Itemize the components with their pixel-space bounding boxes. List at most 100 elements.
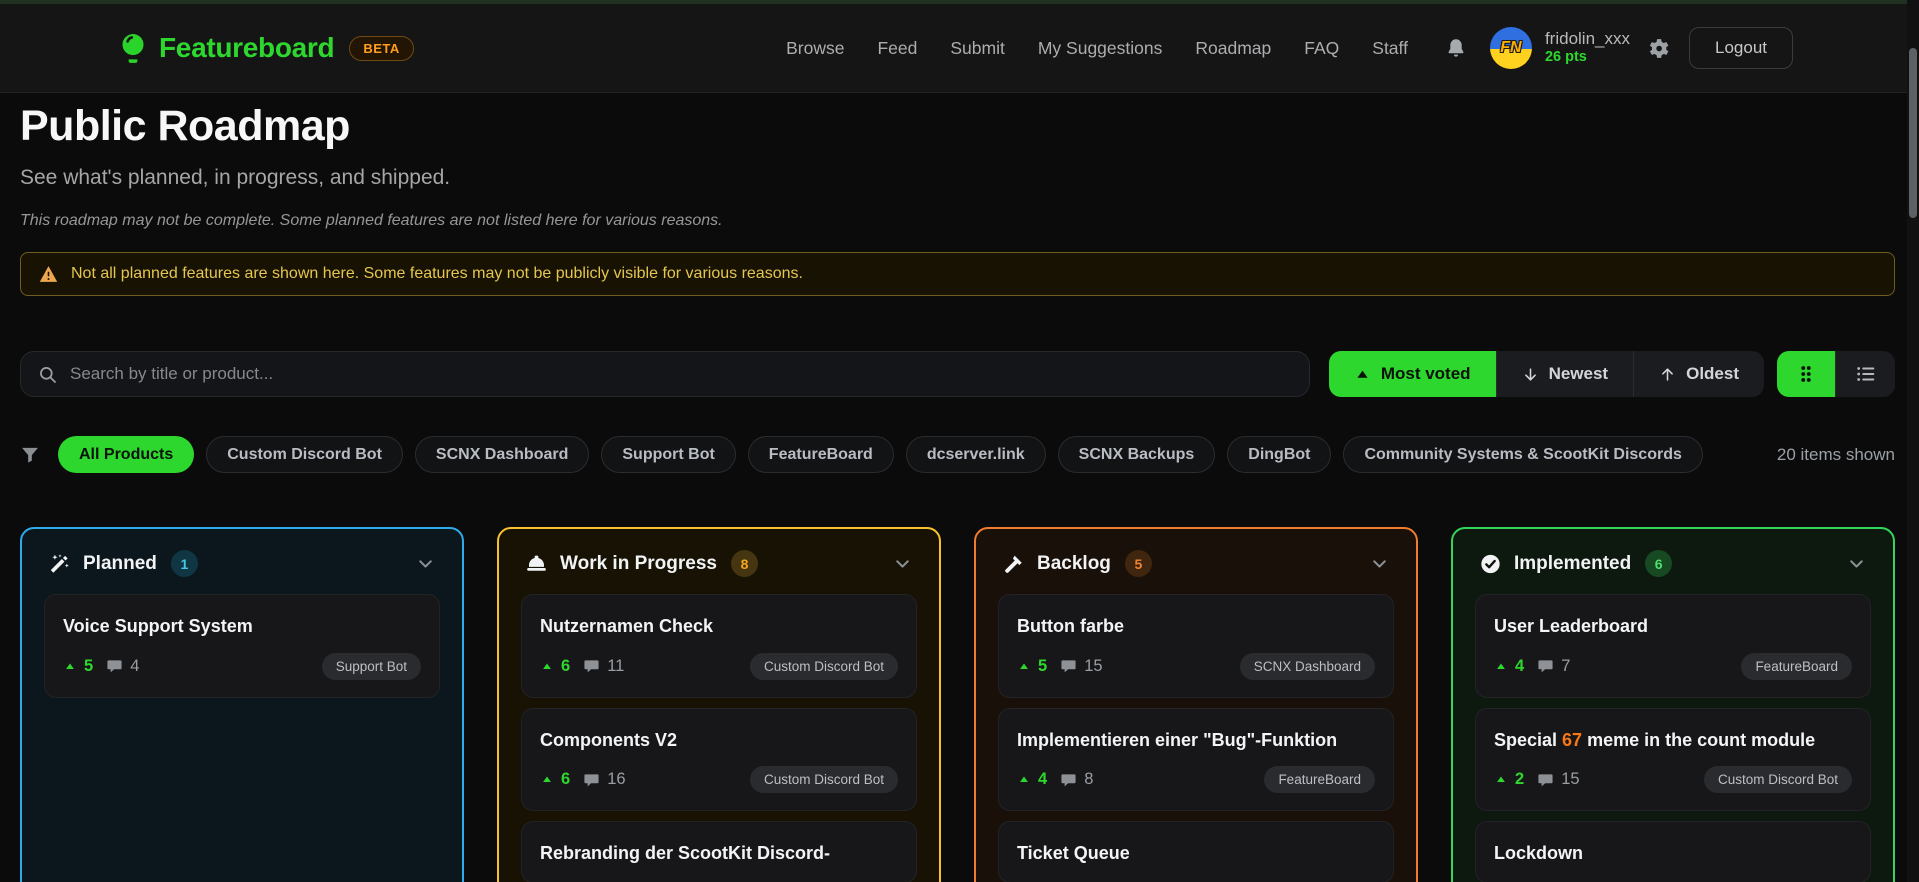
speech-bubble-icon <box>1060 772 1077 788</box>
card-meta: 6 11 Custom Discord Bot <box>540 652 898 680</box>
card-meta: 4 7 FeatureBoard <box>1494 652 1852 680</box>
list-icon <box>1855 363 1877 385</box>
product-filter-dingbot[interactable]: DingBot <box>1227 436 1332 473</box>
nav-link-roadmap[interactable]: Roadmap <box>1195 38 1271 59</box>
warning-banner: Not all planned features are shown here.… <box>20 252 1895 296</box>
comment-count: 4 <box>130 656 140 675</box>
navbar: Featureboard BETA Browse Feed Submit My Sug… <box>0 0 1919 93</box>
card-meta: 2 15 Custom Discord Bot <box>1494 766 1852 793</box>
column-count-badge: 6 <box>1645 550 1673 577</box>
caret-up-icon[interactable] <box>63 660 77 673</box>
sort-label: Oldest <box>1686 364 1739 383</box>
nav-link-feed[interactable]: Feed <box>877 38 917 59</box>
caret-up-icon <box>1354 366 1371 383</box>
chevron-down-icon[interactable] <box>892 553 913 574</box>
suggestion-card[interactable]: Components V2 6 16 Custom Discord Bot <box>521 707 917 811</box>
column-title: Implemented <box>1514 552 1632 574</box>
card-meta: 5 15 SCNX Dashboard <box>1017 652 1375 680</box>
suggestion-card[interactable]: Lockdown <box>1475 821 1871 882</box>
chevron-down-icon[interactable] <box>1369 553 1390 574</box>
vote-count: 4 <box>1038 770 1048 788</box>
suggestion-card[interactable]: User Leaderboard 4 7 FeatureBoard <box>1475 594 1871 698</box>
bell-icon[interactable] <box>1445 36 1467 60</box>
page-scrollbar[interactable] <box>1907 0 1919 882</box>
grid-view-button[interactable] <box>1777 351 1836 397</box>
caret-up-icon[interactable] <box>540 773 554 786</box>
nav-link-browse[interactable]: Browse <box>786 38 844 59</box>
product-tag: Custom Discord Bot <box>749 652 898 680</box>
comment-count: 16 <box>607 770 626 788</box>
card-title: Rebranding der ScootKit Discord- <box>540 843 831 863</box>
search-input[interactable] <box>70 364 1292 384</box>
gear-icon[interactable] <box>1646 36 1671 61</box>
warning-text: Not all planned features are shown here.… <box>71 265 803 282</box>
page-subtitle: See what's planned, in progress, and shi… <box>20 166 451 189</box>
nav-link-faq[interactable]: FAQ <box>1304 38 1339 59</box>
comment-count: 11 <box>607 656 625 675</box>
column-header: Work in Progress 8 <box>521 546 917 577</box>
suggestion-card[interactable]: Ticket Queue <box>998 821 1394 882</box>
caret-up-icon[interactable] <box>1494 660 1508 673</box>
nav-link-my-suggestions[interactable]: My Suggestions <box>1038 38 1163 59</box>
comment-count: 15 <box>1561 770 1580 788</box>
list-view-button[interactable] <box>1836 351 1895 397</box>
user-menu[interactable]: FN fridolin_xxx 26 pts <box>1489 27 1630 69</box>
comment-count: 7 <box>1561 656 1571 675</box>
card-title: Button farbe <box>1017 616 1124 636</box>
product-pills: All Products Custom Discord Bot SCNX Dashb… <box>58 436 1703 473</box>
caret-up-icon[interactable] <box>540 660 554 673</box>
sort-label: Newest <box>1548 364 1609 383</box>
search-icon <box>38 365 57 384</box>
vote-count: 5 <box>1038 656 1048 675</box>
sort-oldest-button[interactable]: Oldest <box>1634 351 1764 397</box>
magic-wand-icon <box>48 553 71 575</box>
suggestion-card[interactable]: Special 67 meme in the count module 2 15 Cu… <box>1475 707 1871 811</box>
suggestion-card[interactable]: Button farbe 5 15 SCNX Dashboard <box>998 594 1394 698</box>
suggestion-card[interactable]: Voice Support System 5 4 Support Bot <box>44 594 440 698</box>
caret-up-icon[interactable] <box>1017 660 1031 673</box>
product-filter-scnx-dashboard[interactable]: SCNX Dashboard <box>414 436 590 473</box>
filter-row: All Products Custom Discord Bot SCNX Dashb… <box>20 436 1895 473</box>
product-filter-support-bot[interactable]: Support Bot <box>601 436 736 473</box>
suggestion-card[interactable]: Rebranding der ScootKit Discord- <box>521 821 917 882</box>
column-count-badge: 1 <box>170 550 198 577</box>
product-tag: FeatureBoard <box>1741 652 1852 680</box>
suggestion-card[interactable]: Implementieren einer "Bug"-Funktion 4 8 Fea… <box>998 707 1394 811</box>
column-header: Planned 1 <box>44 546 440 577</box>
chevron-down-icon[interactable] <box>415 553 436 574</box>
column-planned: Planned 1 Voice Support System 5 4 Support Bo… <box>20 527 464 882</box>
speech-bubble-icon <box>583 658 600 674</box>
nav-link-staff[interactable]: Staff <box>1372 38 1408 59</box>
column-implemented: Implemented 6 User Leaderboard 4 7 FeatureBoa… <box>1451 527 1895 882</box>
sort-most-voted-button[interactable]: Most voted <box>1328 351 1497 397</box>
sort-newest-button[interactable]: Newest <box>1496 351 1635 397</box>
nav-link-submit[interactable]: Submit <box>950 38 1004 59</box>
card-title: User Leaderboard <box>1494 616 1649 636</box>
caret-up-icon[interactable] <box>1017 773 1031 786</box>
chevron-down-icon[interactable] <box>1846 553 1867 574</box>
product-filter-community-systems-scootkit-discords[interactable]: Community Systems & ScootKit Discords <box>1343 436 1703 473</box>
product-filter-scnx-backups[interactable]: SCNX Backups <box>1057 436 1216 473</box>
brand[interactable]: Featureboard BETA <box>118 32 414 64</box>
product-filter-dcserver-link[interactable]: dcserver.link <box>905 436 1046 473</box>
lightbulb-icon <box>118 32 148 64</box>
main-content: Public Roadmap See what's planned, in pr… <box>0 102 1919 882</box>
vote-count: 6 <box>561 770 571 788</box>
product-filter-all-products[interactable]: All Products <box>58 436 195 473</box>
hammer-icon <box>1002 553 1025 575</box>
vote-count: 2 <box>1515 770 1525 788</box>
product-filter-custom-discord-bot[interactable]: Custom Discord Bot <box>206 436 403 473</box>
product-tag: SCNX Dashboard <box>1239 652 1375 680</box>
speech-bubble-icon <box>1537 772 1554 788</box>
brand-name: Featureboard <box>159 32 335 63</box>
toolbar: Most voted Newest Oldest <box>20 351 1895 397</box>
logout-button[interactable]: Logout <box>1689 27 1793 69</box>
product-filter-featureboard[interactable]: FeatureBoard <box>747 436 894 473</box>
column-header: Implemented 6 <box>1475 546 1871 577</box>
caret-up-icon[interactable] <box>1494 773 1508 786</box>
suggestion-card[interactable]: Nutzernamen Check 6 11 Custom Discord Bot <box>521 594 917 698</box>
sort-label: Most voted <box>1380 364 1471 383</box>
scrollbar-thumb[interactable] <box>1909 48 1917 218</box>
page-disclaimer: This roadmap may not be complete. Some p… <box>20 212 723 229</box>
username: fridolin_xxx <box>1544 28 1630 48</box>
